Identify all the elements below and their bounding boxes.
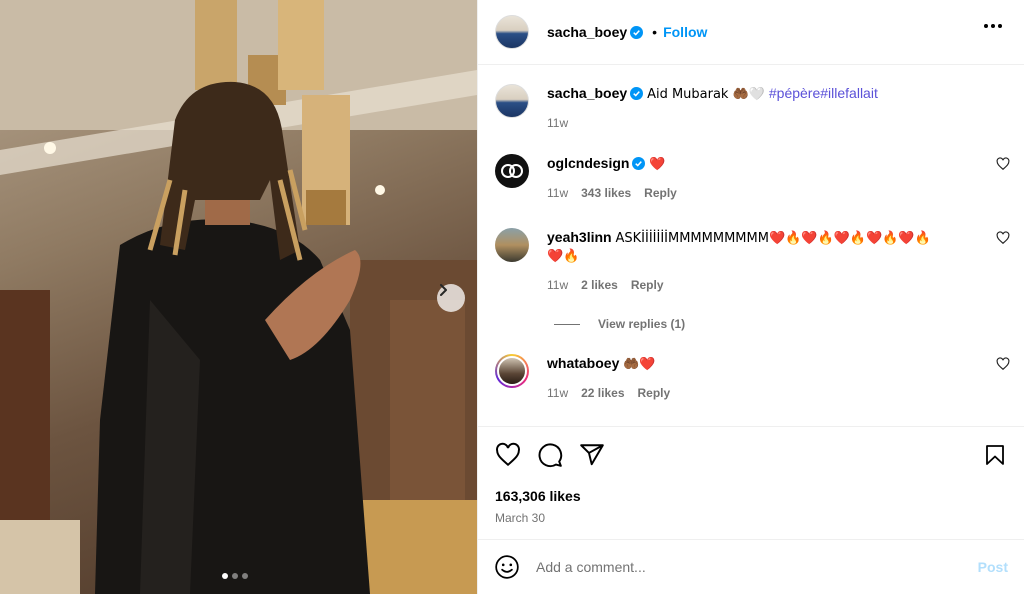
- caption-time[interactable]: 11w: [547, 114, 568, 132]
- bookmark-icon[interactable]: [983, 442, 1007, 468]
- view-replies-label: View replies (1): [598, 317, 686, 331]
- avatar[interactable]: [495, 15, 529, 49]
- carousel-dot: [232, 573, 238, 579]
- verified-icon: [630, 87, 644, 100]
- heart-icon[interactable]: [495, 442, 521, 468]
- comment-likes[interactable]: 22 likes: [581, 384, 624, 402]
- avatar[interactable]: [495, 228, 529, 262]
- comment-text: ASKİİİİİİİMMMMMMMMM❤️🔥❤️🔥❤️🔥❤️🔥❤️🔥: [615, 231, 931, 246]
- verified-icon: [632, 157, 646, 170]
- comment-time[interactable]: 11w: [547, 184, 568, 202]
- caption-text: Aid Mubarak 🤲🏾🤍: [647, 87, 765, 102]
- replies-divider: [554, 323, 580, 325]
- comment-time[interactable]: 11w: [547, 276, 568, 294]
- comment-text: ❤️: [649, 157, 666, 172]
- chevron-right-icon: [440, 284, 447, 296]
- heart-icon[interactable]: [996, 231, 1010, 245]
- verified-icon: [630, 25, 644, 39]
- carousel-dot-active: [222, 573, 228, 579]
- follow-button[interactable]: Follow: [663, 24, 707, 40]
- share-icon[interactable]: [579, 442, 605, 468]
- carousel-dots: [222, 573, 248, 579]
- avatar[interactable]: [495, 354, 529, 388]
- comment-likes[interactable]: 343 likes: [581, 184, 631, 202]
- comment-text: 🤲🏾❤️: [623, 357, 656, 372]
- heart-icon[interactable]: [996, 357, 1010, 371]
- comment-input[interactable]: [536, 559, 978, 575]
- caption-hashtags[interactable]: #pépère#illefallait: [769, 85, 878, 101]
- post-actions: 163,306 likes March 30: [478, 426, 1024, 539]
- carousel-dot: [242, 573, 248, 579]
- comments-list: sacha_boey Aid Mubarak 🤲🏾🤍 #pépère#illef…: [478, 66, 1024, 426]
- post-side-panel: sacha_boey • Follow sacha_boey Aid Mubar…: [477, 0, 1024, 594]
- reply-button[interactable]: Reply: [638, 384, 671, 402]
- oglcn-logo-icon: [501, 164, 523, 178]
- post-date[interactable]: March 30: [495, 511, 1007, 525]
- view-replies-button[interactable]: View replies (1): [554, 317, 685, 331]
- reply-button[interactable]: Reply: [631, 276, 664, 294]
- post-button[interactable]: Post: [978, 559, 1008, 575]
- comment-likes[interactable]: 2 likes: [581, 276, 618, 294]
- post-photo[interactable]: [0, 0, 477, 594]
- caption-username[interactable]: sacha_boey: [547, 85, 627, 101]
- avatar[interactable]: [495, 154, 529, 188]
- comment: oglcndesign ❤️ 11w 343 likes Reply: [495, 154, 1010, 202]
- comment: whataboey 🤲🏾❤️ 11w 22 likes Reply: [495, 354, 1010, 402]
- comment-text-continued: ❤️🔥: [547, 249, 580, 264]
- more-icon[interactable]: [984, 24, 1002, 28]
- comment-time[interactable]: 11w: [547, 384, 568, 402]
- comment-icon[interactable]: [537, 442, 563, 468]
- likes-count[interactable]: 163,306 likes: [495, 488, 1007, 504]
- comment-username[interactable]: whataboey: [547, 355, 619, 371]
- comment: yeah3linn ASKİİİİİİİMMMMMMMMM❤️🔥❤️🔥❤️🔥❤️…: [495, 228, 1010, 294]
- emoji-icon[interactable]: [494, 554, 520, 580]
- next-slide-button[interactable]: [437, 284, 465, 312]
- caption: sacha_boey Aid Mubarak 🤲🏾🤍 #pépère#illef…: [495, 84, 1010, 132]
- heart-icon[interactable]: [996, 157, 1010, 171]
- avatar[interactable]: [495, 84, 529, 118]
- post-header: sacha_boey • Follow: [478, 0, 1024, 65]
- photo-illustration: [0, 0, 477, 594]
- reply-button[interactable]: Reply: [644, 184, 677, 202]
- separator-dot: •: [652, 24, 658, 40]
- comment-username[interactable]: yeah3linn: [547, 229, 612, 245]
- comment-username[interactable]: oglcndesign: [547, 155, 629, 171]
- add-comment-bar: Post: [478, 539, 1024, 594]
- header-username[interactable]: sacha_boey: [547, 24, 627, 40]
